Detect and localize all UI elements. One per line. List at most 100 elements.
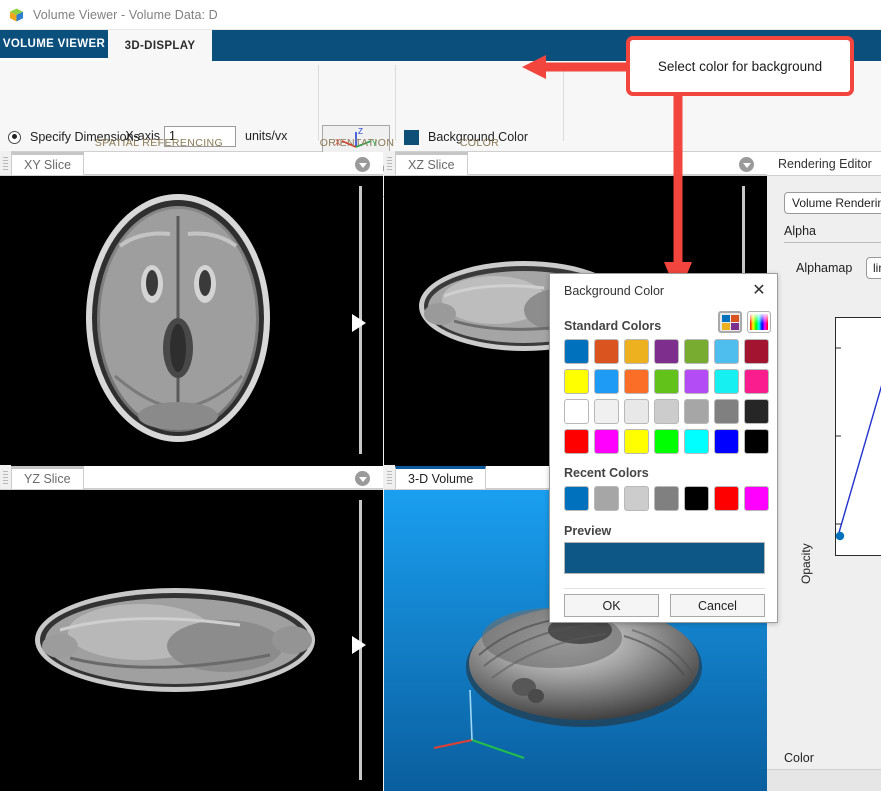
spatial-referencing-group-label: SPATIAL REFERENCING	[94, 137, 224, 149]
color-spectrum-icon[interactable]	[747, 311, 771, 333]
panel-drag-handle[interactable]	[384, 151, 395, 175]
alpha-section-title: Alpha	[784, 224, 816, 238]
chevron-down-icon[interactable]	[355, 471, 370, 486]
standard-colors-grid	[564, 339, 769, 454]
standard-color-swatch[interactable]	[714, 429, 739, 454]
recent-color-swatch[interactable]	[624, 486, 649, 511]
render-mode-dropdown[interactable]: Volume Rendering	[784, 192, 881, 214]
volume-viewer-window: Volume Viewer - Volume Data: D VOLUME VI…	[0, 0, 881, 791]
standard-color-swatch[interactable]	[624, 369, 649, 394]
standard-color-swatch[interactable]	[684, 429, 709, 454]
yz-brain-image	[0, 490, 383, 791]
standard-color-swatch[interactable]	[564, 339, 589, 364]
yz-slice-slider-thumb[interactable]	[352, 636, 366, 654]
chevron-down-icon[interactable]	[739, 157, 754, 172]
standard-color-swatch[interactable]	[624, 429, 649, 454]
xy-slice-canvas[interactable]	[0, 176, 383, 466]
alpha-section-rule	[784, 242, 881, 243]
background-color-dialog: Background Color ✕ Standard Colors Recen…	[549, 273, 778, 623]
standard-color-swatch[interactable]	[744, 399, 769, 424]
standard-color-swatch[interactable]	[594, 399, 619, 424]
recent-color-swatch[interactable]	[594, 486, 619, 511]
tab-xz-slice[interactable]: XZ Slice	[395, 152, 468, 175]
dialog-title: Background Color	[564, 284, 665, 298]
recent-color-swatch[interactable]	[684, 486, 709, 511]
standard-color-swatch[interactable]	[684, 339, 709, 364]
color-preview	[564, 542, 765, 574]
color-group-label: COLOR	[459, 137, 500, 149]
recent-colors-grid	[564, 486, 769, 511]
panel-header-fill	[467, 152, 767, 175]
standard-color-swatch[interactable]	[744, 339, 769, 364]
standard-color-swatch[interactable]	[654, 339, 679, 364]
tab-3d-volume[interactable]: 3-D Volume	[395, 466, 487, 489]
tab-3d-display[interactable]: 3D-DISPLAY	[108, 30, 212, 61]
alphamap-dropdown[interactable]: linear	[866, 257, 881, 279]
recent-colors-label: Recent Colors	[564, 466, 649, 480]
recent-color-swatch[interactable]	[654, 486, 679, 511]
alphamap-label: Alphamap	[796, 261, 853, 275]
divider-3	[563, 65, 564, 141]
rendering-editor-title: Rendering Editor	[778, 156, 872, 171]
standard-color-swatch[interactable]	[594, 429, 619, 454]
standard-color-swatch[interactable]	[714, 399, 739, 424]
panel-drag-handle[interactable]	[384, 465, 395, 489]
recent-color-swatch[interactable]	[564, 486, 589, 511]
panel-yz-slice: YZ Slice	[0, 465, 383, 791]
standard-color-swatch[interactable]	[744, 429, 769, 454]
panel-xy-header: XY Slice	[0, 151, 383, 176]
xy-slice-slider-thumb[interactable]	[352, 314, 366, 332]
panel-header-fill	[84, 152, 383, 175]
svg-text:Z: Z	[358, 127, 363, 136]
standard-color-swatch[interactable]	[624, 339, 649, 364]
close-icon[interactable]: ✕	[749, 281, 769, 301]
recent-color-swatch[interactable]	[714, 486, 739, 511]
color-spectrum-glyph	[750, 314, 768, 330]
color-section-title: Color	[784, 751, 814, 765]
ok-button[interactable]: OK	[564, 594, 659, 617]
dialog-rule	[564, 588, 765, 589]
standard-color-swatch[interactable]	[654, 429, 679, 454]
yz-slice-canvas[interactable]	[0, 490, 383, 791]
standard-color-swatch[interactable]	[654, 369, 679, 394]
standard-color-swatch[interactable]	[714, 369, 739, 394]
opacity-axis-label: Opacity	[799, 543, 813, 584]
divider-2	[395, 65, 396, 141]
standard-color-swatch[interactable]	[624, 399, 649, 424]
cancel-button[interactable]: Cancel	[670, 594, 765, 617]
standard-color-swatch[interactable]	[714, 339, 739, 364]
opacity-curve	[835, 347, 881, 541]
rendering-editor-panel: Rendering Editor Volume Rendering Alpha …	[767, 152, 881, 791]
standard-color-swatch[interactable]	[564, 399, 589, 424]
opacity-plot[interactable]	[835, 317, 881, 556]
standard-colors-label: Standard Colors	[564, 319, 662, 333]
orientation-group-label: ORIENTATION	[319, 137, 395, 149]
standard-color-swatch[interactable]	[654, 399, 679, 424]
panel-header-fill	[83, 466, 383, 489]
rendering-editor-header: Rendering Editor	[767, 152, 881, 176]
recent-color-swatch[interactable]	[744, 486, 769, 511]
swatch-palette-glyph	[722, 315, 739, 330]
title-bar: Volume Viewer - Volume Data: D	[0, 0, 881, 30]
tab-volume-viewer[interactable]: VOLUME VIEWER	[0, 30, 108, 61]
panel-xz-header: XZ Slice	[384, 151, 767, 176]
tab-xy-slice[interactable]: XY Slice	[11, 152, 85, 175]
standard-color-swatch[interactable]	[594, 369, 619, 394]
chevron-down-icon[interactable]	[355, 157, 370, 172]
standard-color-swatch[interactable]	[684, 369, 709, 394]
panel-drag-handle[interactable]	[0, 151, 11, 175]
window-title: Volume Viewer - Volume Data: D	[33, 7, 218, 22]
standard-color-swatch[interactable]	[684, 399, 709, 424]
standard-color-swatch[interactable]	[744, 369, 769, 394]
tab-yz-slice[interactable]: YZ Slice	[11, 466, 84, 489]
callout-text: Select color for background	[657, 58, 823, 74]
panel-xy-slice: XY Slice	[0, 151, 383, 466]
panel-drag-handle[interactable]	[0, 465, 11, 489]
swatch-palette-icon[interactable]	[718, 311, 742, 333]
cube-icon	[8, 6, 26, 24]
standard-color-swatch[interactable]	[564, 429, 589, 454]
standard-color-swatch[interactable]	[564, 369, 589, 394]
callout-tooltip: Select color for background	[626, 36, 854, 96]
preview-label: Preview	[564, 524, 612, 538]
standard-color-swatch[interactable]	[594, 339, 619, 364]
